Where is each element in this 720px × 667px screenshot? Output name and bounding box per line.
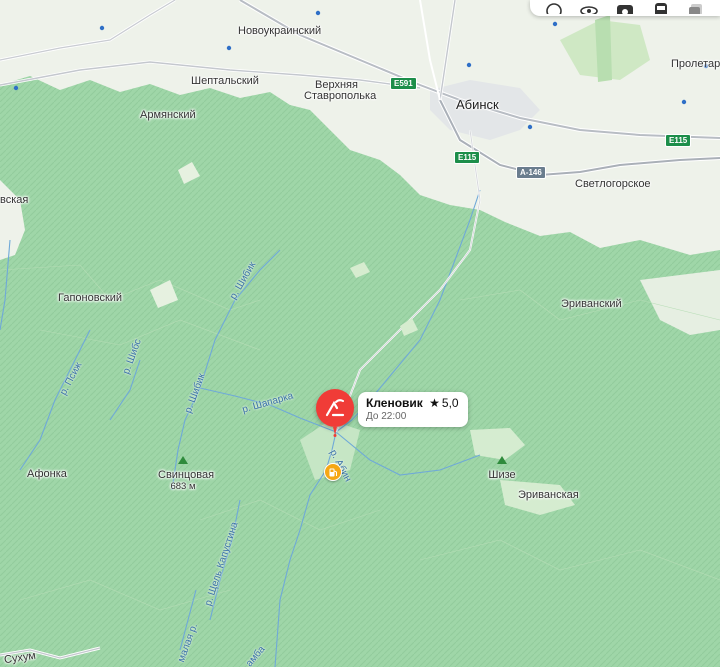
photo-button[interactable] bbox=[614, 0, 636, 14]
place-gaponovsky: Гапоновский bbox=[58, 292, 123, 304]
circle-button[interactable] bbox=[543, 0, 565, 14]
peak-shize[interactable]: Шизе bbox=[486, 451, 518, 481]
place-svetlogorskoe: Светлогорское bbox=[575, 178, 651, 190]
map-toolbar bbox=[530, 0, 720, 16]
place-card-hours: До 22:00 bbox=[366, 411, 407, 422]
transit-button[interactable] bbox=[650, 0, 672, 14]
place-armyansky: Армянский bbox=[140, 109, 196, 121]
mountain-icon bbox=[497, 456, 507, 464]
place-stavropolka: Ставрополька bbox=[304, 90, 377, 102]
fuel-poi[interactable] bbox=[324, 463, 342, 481]
peak-shize-name: Шизе bbox=[488, 469, 516, 481]
place-vskaya: вская bbox=[0, 194, 29, 206]
road-shield-e591: E591 bbox=[390, 77, 417, 90]
transit-icon bbox=[654, 3, 667, 14]
road-shield-e115-abinsk: E115 bbox=[454, 151, 481, 164]
place-novoukrainsky: Новоукраинский bbox=[238, 25, 322, 37]
road-shield-e115-east: E115 bbox=[665, 134, 692, 147]
place-sheptalsky: Шептальский bbox=[191, 75, 259, 87]
place-abinsk: Абинск bbox=[456, 97, 499, 112]
camera-icon bbox=[616, 5, 633, 14]
peak-svintsovaya-name: Свинцовая bbox=[158, 469, 215, 481]
panorama-icon bbox=[580, 6, 599, 14]
place-marker-klenovik[interactable] bbox=[316, 389, 354, 427]
place-card-title: Кленовик ★ 5,0 bbox=[366, 396, 459, 410]
map-canvas[interactable]: Новоукраинский Шептальский Верхняя Ставр… bbox=[0, 0, 720, 667]
peak-svintsovaya-elev: 683 м bbox=[170, 481, 196, 492]
place-card-rating: 5,0 bbox=[441, 396, 459, 410]
place-afonka: Афонка bbox=[27, 468, 67, 480]
layers-button[interactable] bbox=[685, 0, 707, 14]
fuel-icon bbox=[329, 468, 337, 476]
place-card-name: Кленовик bbox=[366, 396, 423, 410]
marker-tail bbox=[333, 427, 337, 437]
layers-icon bbox=[689, 4, 703, 14]
place-proletar: Пролетар bbox=[671, 58, 720, 70]
circle-icon bbox=[545, 3, 562, 14]
mountain-icon bbox=[178, 456, 188, 464]
panorama-button[interactable] bbox=[578, 0, 600, 14]
place-erivansky: Эриванский bbox=[561, 298, 622, 310]
rating-star-icon: ★ bbox=[429, 396, 440, 410]
peak-svintsovaya[interactable]: Свинцовая 683 м bbox=[158, 451, 215, 492]
recreation-icon bbox=[325, 399, 345, 417]
place-card-klenovik[interactable]: Кленовик ★ 5,0 До 22:00 bbox=[358, 392, 468, 427]
place-erivanskaya: Эриванская bbox=[518, 489, 579, 501]
road-shield-a146: A-146 bbox=[516, 166, 546, 179]
